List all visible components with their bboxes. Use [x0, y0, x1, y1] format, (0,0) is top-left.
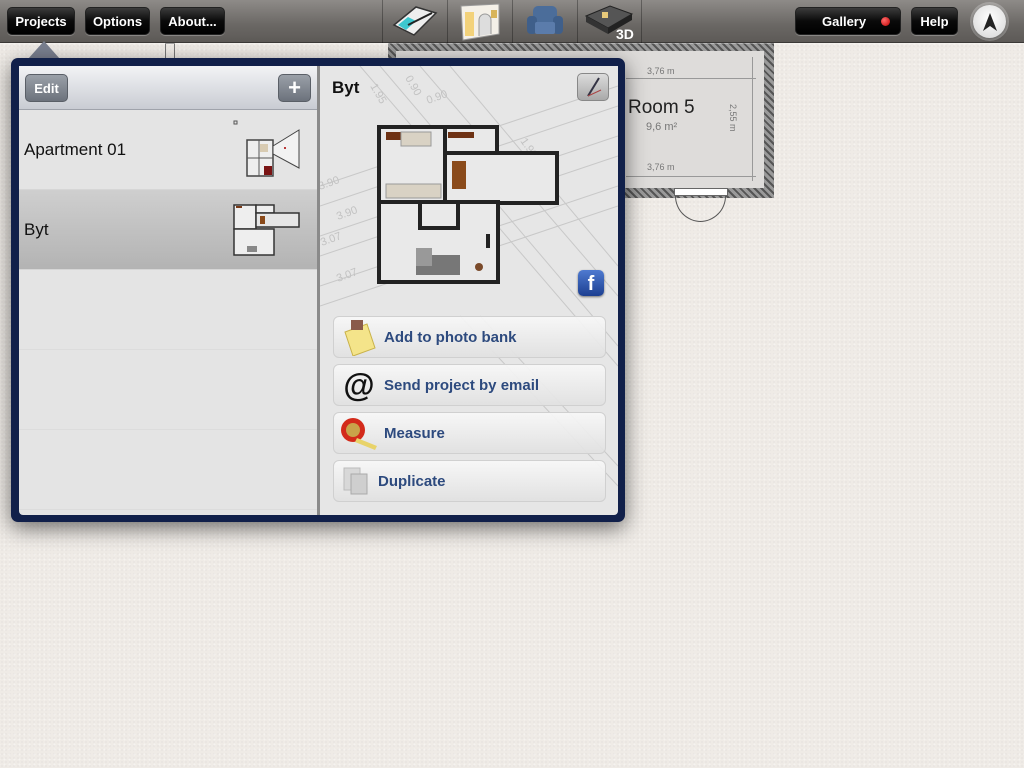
- photo-folder-icon: [334, 317, 384, 357]
- blueprint-label: 3.07: [335, 266, 359, 285]
- dimension-line-top: [626, 78, 756, 79]
- room-width-top: 3,76 m: [647, 66, 675, 76]
- project-title: Byt: [332, 78, 360, 97]
- floor-plan-preview[interactable]: [376, 124, 560, 286]
- at-sign-icon: @: [343, 367, 375, 403]
- edit-button[interactable]: Edit: [25, 74, 68, 102]
- north-arrow-icon: [982, 12, 997, 31]
- room-name[interactable]: Room 5: [628, 97, 695, 119]
- empty-row: [19, 350, 317, 430]
- project-list-pane: Edit + Apartment 01 Byt: [19, 66, 317, 515]
- door-window-icon: [460, 2, 500, 41]
- room-height: 2,55 m: [728, 104, 738, 132]
- furniture-tool[interactable]: [512, 0, 577, 43]
- double-door[interactable]: [674, 188, 728, 196]
- edit-project-button[interactable]: [577, 73, 609, 101]
- 3d-view-tool[interactable]: 3D: [577, 0, 642, 43]
- facebook-icon: f: [587, 273, 595, 295]
- add-project-button[interactable]: +: [278, 74, 311, 102]
- action-label: Add to photo bank: [384, 328, 517, 346]
- send-by-email-button[interactable]: @ Send project by email: [333, 364, 606, 406]
- projects-button[interactable]: Projects: [7, 7, 75, 35]
- options-button[interactable]: Options: [85, 7, 150, 35]
- action-label: Measure: [384, 424, 445, 442]
- empty-row: [19, 270, 317, 350]
- room-area: 9,6 m²: [646, 121, 678, 133]
- blueprint-label: 3.90: [320, 174, 341, 193]
- add-to-photo-bank-button[interactable]: Add to photo bank: [333, 316, 606, 358]
- 3d-label: 3D: [616, 26, 634, 42]
- blueprint-label: 3.07: [320, 230, 343, 249]
- 3d-view-icon: 3D: [584, 4, 634, 42]
- project-row-byt[interactable]: Byt: [19, 190, 317, 270]
- project-detail-pane: 1.95 0.90 0.90 1.90 1.46 3.90 3.90 3.07 …: [320, 66, 618, 515]
- project-thumbnail: [233, 120, 300, 177]
- room-width-bottom: 3,76 m: [647, 162, 675, 172]
- door-swing-left: [675, 196, 701, 222]
- dimension-line-right: [752, 57, 753, 181]
- top-toolbar: Projects Options About... 3D Gallery Hel…: [0, 0, 1024, 43]
- armchair-icon: [527, 5, 563, 34]
- door-swing-right: [700, 196, 726, 222]
- project-row-apartment-01[interactable]: Apartment 01: [19, 110, 317, 190]
- walls-doors-tool[interactable]: [447, 0, 512, 43]
- empty-row: [19, 430, 317, 510]
- room-icon: [392, 5, 438, 36]
- help-button[interactable]: Help: [911, 7, 958, 35]
- duplicate-icon: [334, 461, 378, 501]
- blueprint-label: 3.90: [335, 204, 359, 223]
- action-label: Send project by email: [384, 376, 540, 394]
- measure-button[interactable]: Measure: [333, 412, 606, 454]
- project-list-header: Edit +: [19, 66, 317, 110]
- duplicate-button[interactable]: Duplicate: [333, 460, 606, 502]
- about-button[interactable]: About...: [160, 7, 225, 35]
- notification-dot-icon: [881, 17, 890, 26]
- blueprint-label: 0.90: [425, 88, 449, 107]
- blueprint-label: 0.90: [402, 74, 423, 99]
- gallery-label: Gallery: [822, 13, 867, 29]
- pencil-icon: [587, 77, 602, 97]
- project-name: Byt: [24, 219, 49, 239]
- action-label: Duplicate: [378, 472, 446, 490]
- popover-arrow: [28, 41, 60, 59]
- project-thumbnail: [233, 204, 300, 256]
- project-name: Apartment 01: [24, 139, 127, 159]
- gallery-button[interactable]: Gallery: [795, 7, 901, 35]
- compass-button[interactable]: [973, 5, 1006, 38]
- draw-room-tool[interactable]: [382, 0, 447, 43]
- tape-measure-icon: [334, 413, 384, 453]
- facebook-share-button[interactable]: f: [578, 270, 604, 296]
- blueprint-label: 1.95: [367, 82, 388, 107]
- dimension-line-bottom: [626, 176, 756, 177]
